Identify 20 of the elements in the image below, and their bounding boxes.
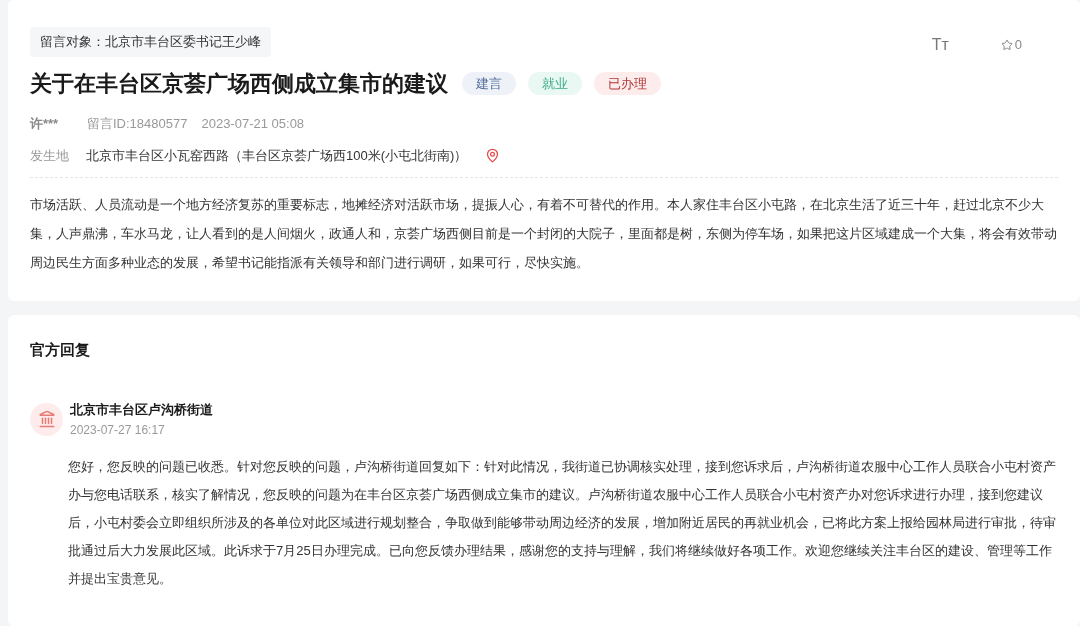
tag: 已办理 — [594, 71, 661, 96]
message-body: 市场活跃、人员流动是一个地方经济复苏的重要标志，地摊经济对活跃市场，提振人心，有着不可替代的作用。本人家住丰台区小屯路，在北京生活了近三十年，赶过北京不少大集，人声鼎沸，车水马龙，让人看到的是人间烟火，政通人和，京荟广场西侧目前是一个封闭的大院子，里面都是树，东侧为停车场，如果把这片区域建成一个大集，将会有效带动周边民生方面多种业态的发展，希望书记能指派有关领导和部门进行调研，如果可行，尽快实施。 — [30, 196, 1058, 272]
favorite-button[interactable]: 0 — [1000, 35, 1022, 55]
message-id: 留言ID:18480577 — [87, 115, 188, 133]
map-pin-icon — [485, 147, 501, 163]
star-icon — [1000, 39, 1013, 51]
message-title: 关于在丰台区京荟广场西侧成立集市的建议 — [30, 70, 448, 98]
font-size-button[interactable]: Tт — [931, 33, 949, 57]
location-label: 发生地 — [30, 146, 70, 165]
location-text: 北京市丰台区小瓦窑西路（丰台区京荟广场西100米(小屯北街南)） — [86, 146, 468, 165]
message-time: 2023-07-21 05:08 — [201, 115, 305, 133]
reply-heading: 官方回复 — [30, 340, 91, 360]
tag: 就业 — [528, 71, 582, 96]
reply-time: 2023-07-27 16:17 — [70, 422, 166, 439]
building-icon — [37, 410, 56, 429]
reply-body: 您好，您反映的问题已收悉。针对您反映的问题，卢沟桥街道回复如下：针对此情况，我街道已协调核实处理，接到您诉求后，卢沟桥街道农服中心工作人员联合小屯村资产办与您电话联系，核实了解情况，您反映的问题为在丰台区京荟广场西侧成立集市的建议。卢沟桥街道农服中心工作人员联合小屯村资产办对您诉求进行办理，接到您建议后，小屯村委会立即组织所涉及的各单位对此区域进行规划整合，争取做到能够带动周边经济的发展，增加附近居民的再就业机会，已将此方案上报给园林局进行审批，待审批通过后大力发展此区域。此诉求于7月25日办理完成。已向您反馈办理结果，感谢您的支持与理解，我们将继续做好各项工作。欢迎您继续关注丰台区的建设、管理等工作并提出宝贵意见。 — [68, 458, 1057, 588]
tag: 建言 — [462, 71, 516, 96]
author-name: 许*** — [30, 115, 60, 133]
department-name: 北京市丰台区卢沟桥街道 — [70, 400, 213, 419]
recipient-label: 留言对象：北京市丰台区委书记王少峰 — [30, 27, 271, 57]
